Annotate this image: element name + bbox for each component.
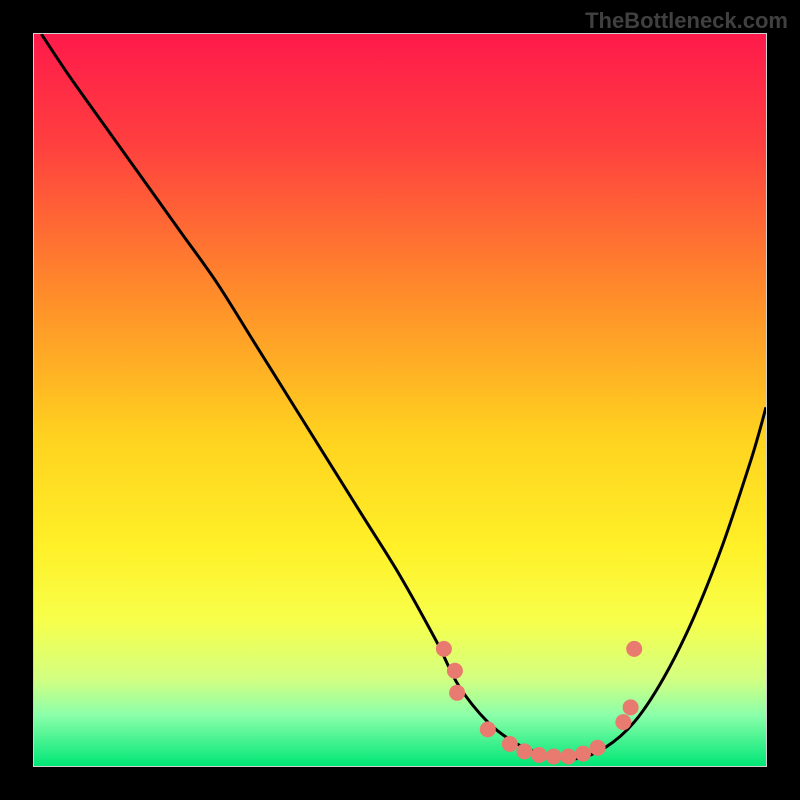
highlight-point [449,685,465,701]
highlight-point [502,736,518,752]
highlight-point [623,699,639,715]
highlight-point [531,747,547,763]
highlight-point [590,740,606,756]
watermark-text: TheBottleneck.com [585,8,788,34]
chart-svg [34,34,766,766]
highlight-point [516,743,532,759]
chart-plot-area [33,33,767,767]
highlight-point [615,714,631,730]
highlight-point [480,721,496,737]
highlight-point [447,663,463,679]
chart-gradient-bg [34,34,766,766]
highlight-point [560,749,576,765]
highlight-point [626,641,642,657]
highlight-point [436,641,452,657]
highlight-point [546,749,562,765]
highlight-point [575,746,591,762]
